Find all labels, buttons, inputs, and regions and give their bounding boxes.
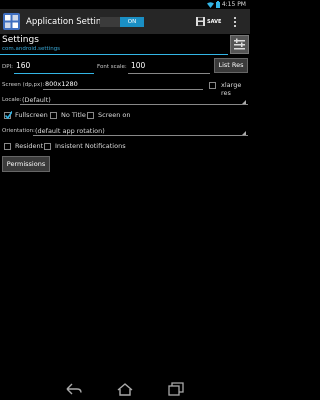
battery-icon bbox=[215, 1, 220, 8]
settings-list-icon bbox=[234, 38, 245, 50]
overflow-icon bbox=[234, 17, 236, 19]
navigation-bar bbox=[0, 378, 250, 400]
status-bar: 4:15 PM bbox=[0, 0, 250, 9]
action-bar: Application Settings ON SAVE bbox=[0, 9, 250, 34]
app-title: Application Settings bbox=[26, 17, 112, 27]
fullscreen-checkbox[interactable] bbox=[4, 111, 12, 119]
overflow-icon-dot bbox=[234, 25, 236, 27]
no-title-checkbox[interactable] bbox=[50, 112, 57, 119]
resident-checkbox[interactable] bbox=[4, 143, 11, 150]
home-icon[interactable] bbox=[117, 382, 133, 396]
font-scale-label: Font scale: bbox=[97, 64, 127, 70]
permissions-button[interactable]: Permissions bbox=[2, 156, 50, 172]
app-icon[interactable] bbox=[3, 13, 20, 30]
wifi-icon bbox=[206, 1, 214, 8]
checkmark-icon bbox=[5, 111, 12, 119]
insistent-checkbox[interactable] bbox=[44, 143, 51, 150]
toggle-on-label: ON bbox=[120, 17, 144, 27]
dpi-underline bbox=[14, 73, 94, 74]
section-divider bbox=[0, 54, 228, 55]
dpi-input[interactable]: 160 bbox=[16, 61, 30, 70]
status-time: 4:15 PM bbox=[221, 1, 246, 8]
status-icons: 4:15 PM bbox=[206, 0, 246, 9]
save-label: SAVE bbox=[207, 19, 222, 25]
list-res-button[interactable]: List Res bbox=[214, 58, 248, 73]
fullscreen-label: Fullscreen bbox=[15, 111, 48, 119]
font-scale-input[interactable]: 100 bbox=[131, 61, 145, 70]
package-name: com.android.settings bbox=[2, 46, 61, 52]
orientation-dropdown-icon bbox=[242, 131, 246, 135]
orientation-underline bbox=[33, 135, 248, 136]
settings-list-button[interactable] bbox=[230, 35, 249, 54]
locale-underline bbox=[20, 104, 248, 105]
dpi-label: DPI: bbox=[2, 64, 14, 70]
xlarge-checkbox[interactable] bbox=[209, 82, 216, 89]
insistent-label: Insistent Notifications bbox=[55, 142, 126, 150]
enable-toggle[interactable]: ON bbox=[100, 17, 144, 27]
locale-label: Locale: bbox=[2, 97, 22, 103]
save-button[interactable]: SAVE bbox=[196, 14, 222, 30]
overflow-icon-dot bbox=[234, 21, 236, 23]
screen-on-checkbox[interactable] bbox=[87, 112, 94, 119]
screen-label: Screen (dp,px): bbox=[2, 82, 45, 88]
resident-label: Resident bbox=[15, 142, 44, 150]
section-title: Settings bbox=[2, 35, 39, 45]
recents-icon[interactable] bbox=[168, 382, 184, 396]
overflow-menu-button[interactable] bbox=[231, 14, 239, 30]
font-scale-underline bbox=[128, 73, 210, 74]
screen-underline bbox=[43, 89, 203, 90]
locale-spinner[interactable]: (Default) bbox=[22, 96, 51, 104]
locale-dropdown-icon bbox=[242, 100, 246, 104]
orientation-label: Orientation: bbox=[2, 128, 35, 134]
screen-input[interactable]: 800x1280 bbox=[45, 80, 78, 88]
back-icon[interactable] bbox=[66, 382, 82, 396]
no-title-label: No Title bbox=[61, 111, 86, 119]
save-icon bbox=[196, 17, 205, 26]
screen-on-label: Screen on bbox=[98, 111, 131, 119]
xlarge-label: xlarge res bbox=[221, 81, 242, 97]
orientation-spinner[interactable]: (default app rotation) bbox=[35, 127, 105, 135]
